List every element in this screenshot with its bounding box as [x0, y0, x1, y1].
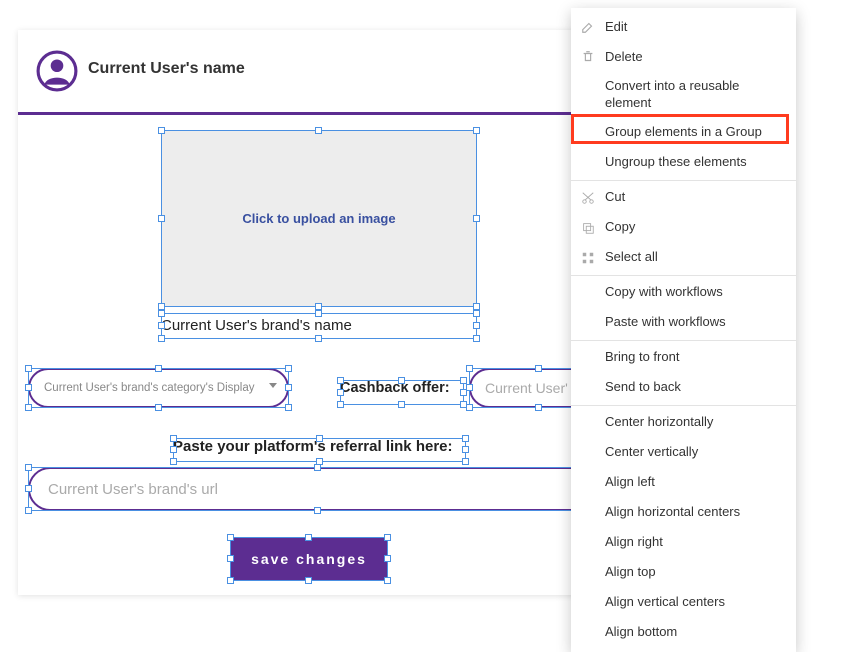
menu-label: Align left	[605, 474, 655, 491]
menu-copy-workflows[interactable]: Copy with workflows	[571, 278, 796, 308]
menu-cut[interactable]: Cut	[571, 183, 796, 213]
menu-align-left[interactable]: Align left	[571, 468, 796, 498]
menu-align-vertical-centers[interactable]: Align vertical centers	[571, 588, 796, 618]
menu-label: Select all	[605, 249, 658, 266]
menu-center-vertically[interactable]: Center vertically	[571, 438, 796, 468]
context-menu: Edit Delete Convert into a reusable elem…	[571, 8, 796, 652]
menu-convert-reusable[interactable]: Convert into a reusable element	[571, 72, 796, 118]
menu-label: Group elements in a Group	[605, 124, 762, 141]
menu-paste-workflows[interactable]: Paste with workflows	[571, 308, 796, 338]
menu-separator	[571, 405, 796, 406]
menu-label: Bring to front	[605, 349, 679, 366]
menu-align-top[interactable]: Align top	[571, 558, 796, 588]
menu-ungroup-elements[interactable]: Ungroup these elements	[571, 148, 796, 178]
menu-label: Ungroup these elements	[605, 154, 747, 171]
edit-icon	[581, 20, 595, 34]
menu-separator	[571, 340, 796, 341]
header-row: Current User's name	[18, 30, 616, 112]
selection-box[interactable]	[161, 313, 477, 339]
menu-label: Edit	[605, 19, 627, 36]
menu-edit[interactable]: Edit	[571, 12, 796, 42]
menu-label: Copy with workflows	[605, 284, 723, 301]
menu-label: Center vertically	[605, 444, 698, 461]
menu-align-horizontal-centers[interactable]: Align horizontal centers	[571, 498, 796, 528]
cut-icon	[581, 191, 595, 205]
selection-box[interactable]	[161, 130, 477, 307]
menu-label: Align right	[605, 534, 663, 551]
menu-delete[interactable]: Delete	[571, 42, 796, 72]
menu-label: Align bottom	[605, 624, 677, 641]
menu-copy[interactable]: Copy	[571, 213, 796, 243]
menu-send-back[interactable]: Send to back	[571, 373, 796, 403]
menu-bring-front[interactable]: Bring to front	[571, 343, 796, 373]
menu-separator	[571, 275, 796, 276]
menu-label: Center horizontally	[605, 414, 713, 431]
menu-separator	[571, 180, 796, 181]
menu-label: Send to back	[605, 379, 681, 396]
menu-label: Delete	[605, 49, 643, 66]
editor-canvas: Current User's name Click to upload an i…	[18, 30, 616, 595]
menu-center-horizontally[interactable]: Center horizontally	[571, 408, 796, 438]
selection-box[interactable]	[28, 467, 608, 511]
user-avatar-icon	[36, 50, 78, 97]
trash-icon	[581, 50, 595, 64]
menu-align-bottom[interactable]: Align bottom	[571, 618, 796, 648]
selection-box[interactable]	[28, 368, 289, 408]
selection-box[interactable]	[173, 438, 466, 462]
menu-label: Align horizontal centers	[605, 504, 740, 521]
menu-select-all[interactable]: Select all	[571, 243, 796, 273]
menu-label: Paste with workflows	[605, 314, 726, 331]
menu-label: Align vertical centers	[605, 594, 725, 611]
menu-label: Copy	[605, 219, 635, 236]
grid-icon	[581, 251, 595, 265]
header-divider	[18, 112, 616, 115]
menu-label: Align top	[605, 564, 656, 581]
selection-box[interactable]	[340, 380, 464, 405]
menu-align-right[interactable]: Align right	[571, 528, 796, 558]
menu-label: Convert into a reusable element	[605, 78, 784, 112]
menu-group-elements[interactable]: Group elements in a Group	[571, 118, 796, 148]
selection-box[interactable]	[230, 537, 388, 581]
copy-icon	[581, 221, 595, 235]
menu-label: Cut	[605, 189, 625, 206]
user-name-text: Current User's name	[88, 60, 245, 78]
